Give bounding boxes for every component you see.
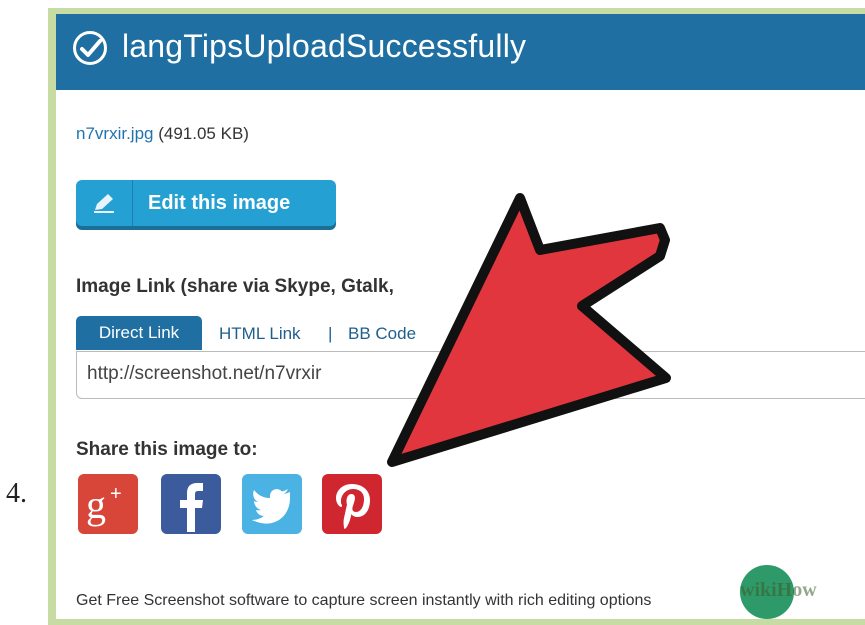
red-pointer-arrow: [387, 193, 671, 467]
watermark-text: wikiHow: [740, 579, 817, 601]
wikihow-watermark: wikiHow: [680, 565, 820, 619]
